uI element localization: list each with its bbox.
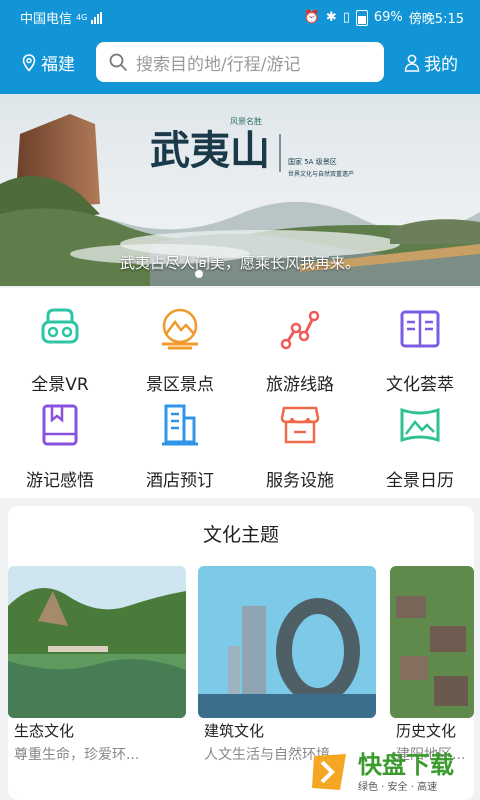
category-grid: 全景VR 景区景点 旅游线路 文化荟萃 游记感悟 酒店预订 服务设施 全景日历 xyxy=(0,288,480,498)
category-facilities[interactable]: 服务设施 xyxy=(240,384,360,491)
location-selector[interactable]: 福建 xyxy=(22,50,75,75)
battery-icon xyxy=(355,9,368,26)
battery-level: 69% xyxy=(373,10,403,25)
carrier: 中国电信 xyxy=(20,12,73,27)
bluetooth-icon: ✱ xyxy=(325,10,337,25)
route-icon xyxy=(280,310,320,350)
clock: 傍晚5:15 xyxy=(408,12,464,27)
journal-icon xyxy=(42,404,78,446)
carousel-indicator[interactable] xyxy=(195,270,203,278)
top-header: 福建 搜索目的地/行程/游记 我的 xyxy=(0,32,480,94)
shop-icon xyxy=(280,406,320,444)
category-vr[interactable]: 全景VR xyxy=(0,288,120,395)
vr-headset-icon xyxy=(41,308,79,344)
banner-tag-2: 世界文化与自然双重遗产 xyxy=(288,170,354,178)
card-description: 尊重生命，珍爱环... xyxy=(14,747,140,763)
category-culture[interactable]: 文化荟萃 xyxy=(360,288,480,395)
hotel-building-icon xyxy=(162,404,198,446)
panorama-icon xyxy=(400,407,440,443)
location-label: 福建 xyxy=(41,55,75,75)
card-image xyxy=(390,566,474,718)
banner-tag-1: 国家 5A 级景区 xyxy=(288,157,337,166)
mine-label: 我的 xyxy=(424,55,458,75)
book-open-icon xyxy=(400,310,440,348)
banner-caption: 武夷占尽人间美，愿乘长风我再来。 xyxy=(119,254,360,272)
category-routes[interactable]: 旅游线路 xyxy=(240,288,360,395)
card-image xyxy=(198,566,376,718)
vibrate-icon: ▯ xyxy=(342,10,350,25)
culture-card-history[interactable]: 历史文化 建阳地区... xyxy=(390,566,474,763)
search-icon xyxy=(109,53,127,71)
category-label: 游记感悟 xyxy=(26,471,94,491)
category-calendar[interactable]: 全景日历 xyxy=(360,384,480,491)
card-title: 生态文化 xyxy=(14,722,75,740)
network-type: 4G xyxy=(76,13,88,22)
category-label: 全景日历 xyxy=(386,471,454,491)
banner-logo-seal: 风景名胜 xyxy=(230,116,262,126)
culture-card-ecology[interactable]: 生态文化 尊重生命，珍爱环... xyxy=(8,566,186,763)
watermark-logo: 快盘下载 绿色 · 安全 · 高速 xyxy=(310,744,480,800)
search-placeholder: 搜索目的地/行程/游记 xyxy=(136,54,301,75)
mountain-icon xyxy=(162,308,198,350)
culture-card-architecture[interactable]: 建筑文化 人文生活与自然环境 xyxy=(198,566,376,763)
watermark-badge-icon xyxy=(312,754,346,790)
card-title: 历史文化 xyxy=(396,722,457,740)
category-travelogue[interactable]: 游记感悟 xyxy=(0,384,120,491)
signal-icon xyxy=(91,11,103,24)
banner-logo-title: 武夷山 xyxy=(150,127,270,174)
mine-button[interactable]: 我的 xyxy=(404,50,458,75)
section-title: 文化主题 xyxy=(202,524,279,546)
location-pin-icon xyxy=(22,53,36,72)
category-hotel[interactable]: 酒店预订 xyxy=(120,384,240,491)
watermark-brand: 快盘下载 xyxy=(358,750,454,779)
category-scenic[interactable]: 景区景点 xyxy=(120,288,240,395)
category-label: 酒店预订 xyxy=(146,471,214,491)
alarm-icon: ⏰ xyxy=(303,10,320,25)
card-image xyxy=(8,566,186,718)
card-title: 建筑文化 xyxy=(204,722,265,740)
watermark-slogan: 绿色 · 安全 · 高速 xyxy=(358,781,438,793)
category-label: 服务设施 xyxy=(266,471,334,491)
status-bar: 中国电信 4G ⏰ ✱ ▯ 69% 傍晚5:15 xyxy=(0,0,480,32)
user-icon xyxy=(404,54,420,72)
search-input[interactable]: 搜索目的地/行程/游记 xyxy=(96,42,384,82)
